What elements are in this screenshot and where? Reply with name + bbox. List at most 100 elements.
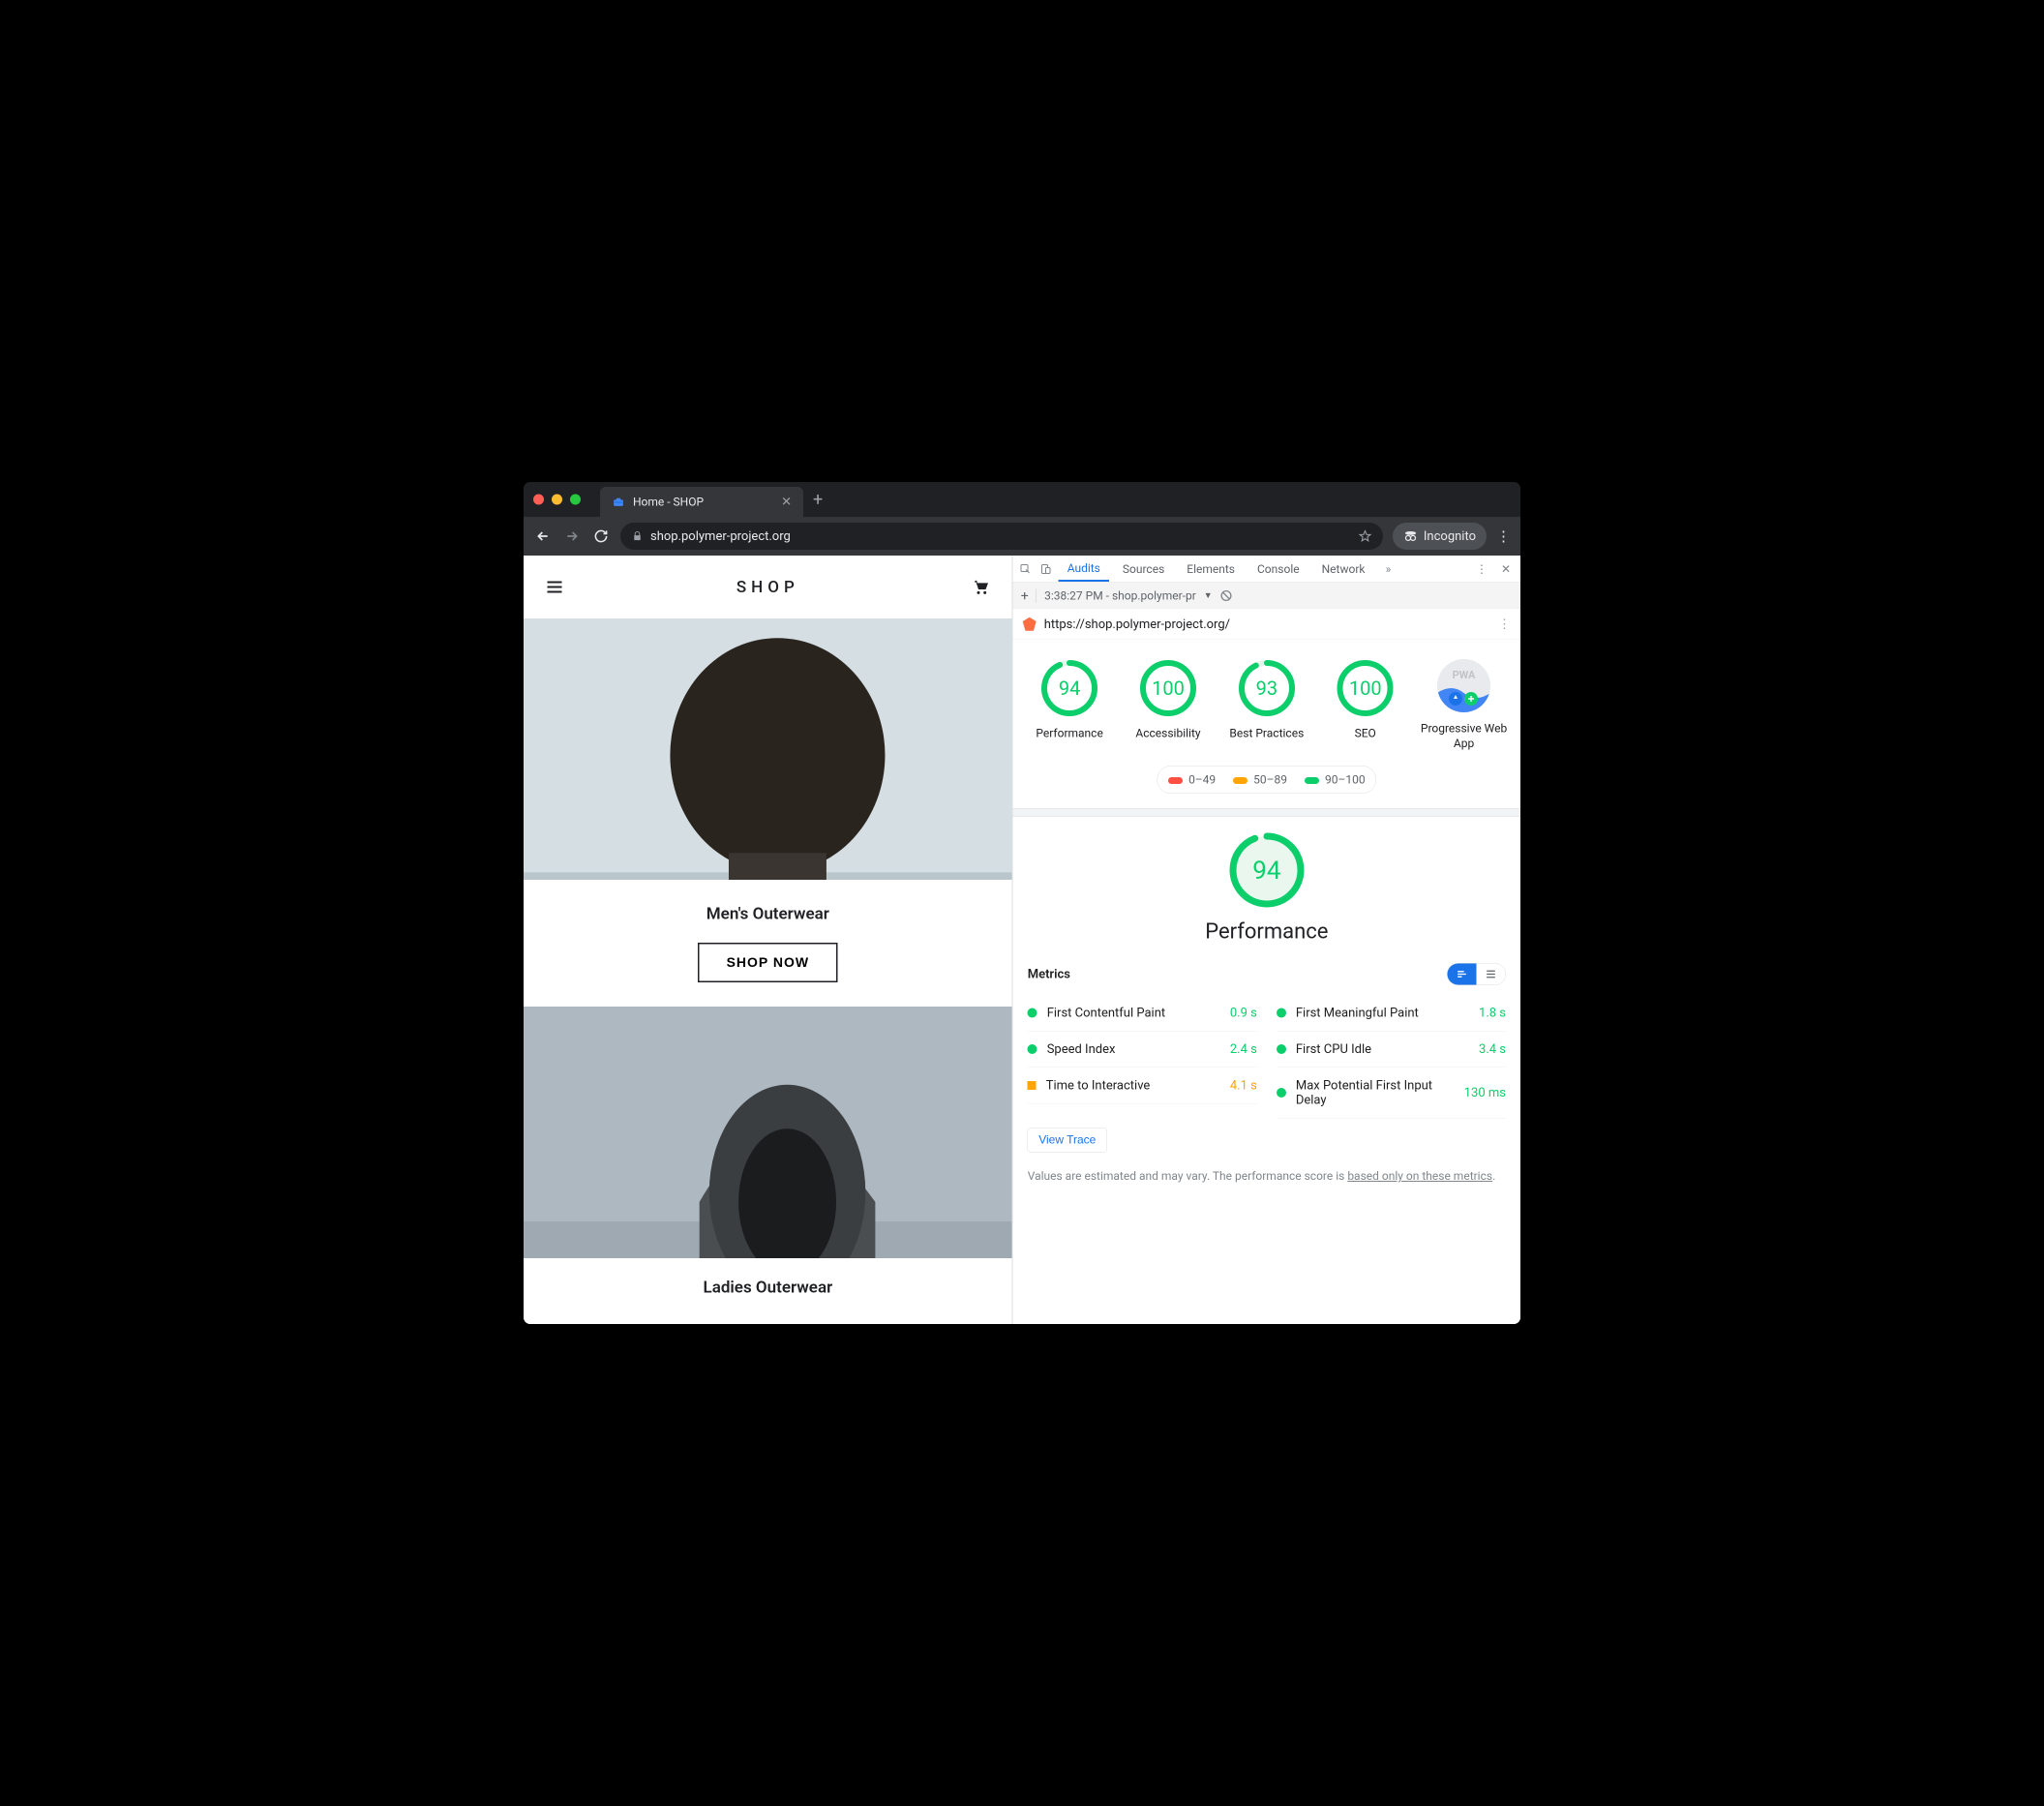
window-close-button[interactable]: [533, 495, 544, 505]
bookmark-star-icon[interactable]: [1359, 530, 1371, 543]
metrics-header: Metrics: [1013, 953, 1520, 995]
clear-icon[interactable]: [1220, 589, 1233, 602]
hero-image-ladies: [524, 1007, 1012, 1258]
score-value: 100: [1337, 659, 1395, 717]
status-dot-icon: [1277, 1088, 1286, 1098]
tab-elements[interactable]: Elements: [1178, 557, 1244, 581]
performance-section: 94 Performance: [1013, 817, 1520, 953]
tab-strip: Home - SHOP ✕ +: [524, 482, 1520, 517]
dropdown-icon[interactable]: ▼: [1204, 590, 1213, 601]
status-dot-icon: [1028, 1008, 1037, 1018]
metric-row[interactable]: First Contentful Paint0.9 s: [1028, 995, 1257, 1032]
window-minimize-button[interactable]: [552, 495, 562, 505]
metrics-view-toggle[interactable]: [1447, 963, 1506, 985]
score-pwa[interactable]: PWA Progressive Web App: [1421, 659, 1508, 751]
devtools-panel: Audits Sources Elements Console Network …: [1012, 556, 1520, 1324]
new-tab-button[interactable]: +: [813, 490, 823, 510]
forward-button[interactable]: [562, 527, 582, 546]
metric-row[interactable]: First CPU Idle3.4 s: [1277, 1032, 1506, 1069]
metrics-footnote: Values are estimated and may vary. The p…: [1013, 1162, 1520, 1200]
menu-icon[interactable]: [543, 576, 566, 599]
window-controls: [533, 495, 581, 505]
status-dot-icon: [1277, 1008, 1286, 1018]
score-label: Best Practices: [1229, 726, 1304, 741]
browser-tab[interactable]: Home - SHOP ✕: [600, 487, 803, 517]
lock-icon: [632, 531, 643, 542]
score-label: Progressive Web App: [1421, 721, 1508, 751]
view-compact-icon[interactable]: [1448, 964, 1477, 985]
incognito-badge[interactable]: Incognito: [1393, 523, 1487, 550]
lighthouse-icon: [1023, 617, 1037, 631]
score-value: 94: [1040, 659, 1098, 717]
audit-url-row: https://shop.polymer-project.org/ ⋮: [1013, 609, 1520, 640]
pwa-icon: PWA: [1437, 659, 1490, 712]
audit-options-icon[interactable]: ⋮: [1498, 617, 1511, 631]
url-text: shop.polymer-project.org: [650, 529, 791, 544]
back-button[interactable]: [533, 527, 553, 546]
big-score-label: Performance: [1205, 918, 1328, 944]
metric-row[interactable]: Speed Index2.4 s: [1028, 1032, 1257, 1069]
tab-sources[interactable]: Sources: [1114, 557, 1173, 581]
more-tabs-icon[interactable]: »: [1378, 559, 1398, 579]
score-gauges: 94 Performance 100 Accessibility 93: [1013, 640, 1520, 761]
status-dot-icon: [1028, 1044, 1037, 1054]
inspect-icon[interactable]: [1018, 559, 1034, 579]
score-value: 93: [1238, 659, 1296, 717]
shop-now-button[interactable]: SHOP NOW: [698, 943, 838, 982]
browser-window: Home - SHOP ✕ + shop.polymer-project.org…: [524, 482, 1520, 1324]
status-square-icon: [1028, 1081, 1037, 1090]
devtools-close-icon[interactable]: ✕: [1496, 559, 1516, 579]
metric-row[interactable]: Time to Interactive4.1 s: [1028, 1068, 1257, 1104]
score-best-practices[interactable]: 93 Best Practices: [1223, 659, 1310, 751]
favicon-icon: [612, 496, 625, 509]
score-performance[interactable]: 94 Performance: [1026, 659, 1113, 751]
view-trace-button[interactable]: View Trace: [1028, 1129, 1107, 1153]
devtools-tab-bar: Audits Sources Elements Console Network …: [1013, 556, 1520, 583]
tab-console[interactable]: Console: [1248, 557, 1308, 581]
score-value: 100: [1139, 659, 1197, 717]
score-label: SEO: [1355, 726, 1376, 741]
section-title-ladies: Ladies Outerwear: [524, 1278, 1012, 1297]
web-page: SHOP Men's Outerwear SHOP NOW: [524, 556, 1012, 1324]
cart-icon[interactable]: [970, 576, 993, 599]
window-maximize-button[interactable]: [570, 495, 581, 505]
section-mens: Men's Outerwear: [524, 880, 1012, 943]
legend-item: 90–100: [1305, 773, 1366, 787]
browser-menu-button[interactable]: ⋮: [1496, 527, 1511, 545]
address-bar[interactable]: shop.polymer-project.org: [620, 523, 1383, 550]
score-label: Accessibility: [1135, 726, 1200, 741]
incognito-label: Incognito: [1424, 529, 1476, 544]
footnote-link[interactable]: based only on these metrics: [1347, 1169, 1492, 1183]
legend-item: 50–89: [1233, 773, 1287, 787]
metric-row[interactable]: First Meaningful Paint1.8 s: [1277, 995, 1506, 1032]
score-accessibility[interactable]: 100 Accessibility: [1125, 659, 1212, 751]
score-seo[interactable]: 100 SEO: [1322, 659, 1409, 751]
audit-run-label[interactable]: 3:38:27 PM - shop.polymer-pr: [1044, 588, 1196, 602]
page-header: SHOP: [524, 556, 1012, 618]
reload-button[interactable]: [591, 527, 611, 546]
metrics-grid: First Contentful Paint0.9 s Speed Index2…: [1013, 995, 1520, 1119]
metrics-title: Metrics: [1028, 967, 1070, 981]
new-audit-icon[interactable]: +: [1021, 587, 1029, 604]
svg-text:PWA: PWA: [1453, 669, 1476, 681]
legend-item: 0–49: [1168, 773, 1216, 787]
view-expanded-icon[interactable]: [1477, 964, 1506, 985]
big-score-value: 94: [1228, 831, 1306, 909]
content-area: SHOP Men's Outerwear SHOP NOW: [524, 556, 1520, 1324]
divider: [1013, 808, 1520, 817]
audit-url: https://shop.polymer-project.org/: [1044, 617, 1230, 631]
devtools-menu-icon[interactable]: ⋮: [1472, 559, 1491, 579]
tab-close-icon[interactable]: ✕: [781, 495, 792, 509]
metric-row[interactable]: Max Potential First Input Delay130 ms: [1277, 1068, 1506, 1119]
section-title-mens: Men's Outerwear: [524, 904, 1012, 923]
browser-toolbar: shop.polymer-project.org Incognito ⋮: [524, 517, 1520, 556]
status-dot-icon: [1277, 1044, 1286, 1054]
page-brand: SHOP: [566, 578, 970, 597]
audits-toolbar: + 3:38:27 PM - shop.polymer-pr ▼: [1013, 583, 1520, 609]
hero-image-mens: [524, 618, 1012, 880]
score-legend: 0–49 50–89 90–100: [1157, 766, 1377, 794]
tab-audits[interactable]: Audits: [1059, 557, 1109, 582]
device-toggle-icon[interactable]: [1038, 559, 1054, 579]
tab-network[interactable]: Network: [1313, 557, 1374, 581]
section-ladies: Ladies Outerwear: [524, 1258, 1012, 1307]
